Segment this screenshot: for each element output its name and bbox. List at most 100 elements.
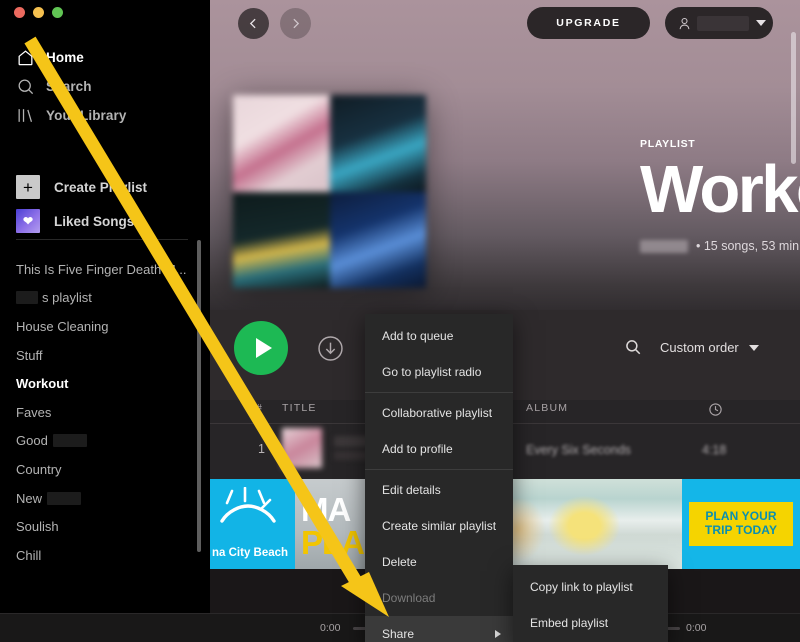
playlist-name: Faves [16, 404, 52, 420]
menu-item-download: Download [365, 580, 513, 616]
forward-button[interactable] [280, 8, 311, 39]
list-item[interactable]: Faves [0, 398, 210, 427]
person-icon [673, 16, 695, 31]
list-item-workout[interactable]: Workout [0, 369, 210, 398]
ad-cta-line2: TRIP TODAY [704, 523, 778, 537]
elapsed-time: 0:00 [320, 622, 341, 634]
play-button[interactable] [234, 321, 288, 375]
upgrade-button[interactable]: UPGRADE [527, 7, 650, 39]
sort-order-dropdown[interactable]: Custom order [660, 340, 759, 355]
menu-item-label: Add to profile [382, 442, 453, 456]
playlist-context-menu: Add to queue Go to playlist radio Collab… [365, 314, 513, 642]
account-menu-button[interactable] [665, 7, 773, 39]
liked-songs-label: Liked Songs [54, 213, 135, 229]
ad-brand-name: na City Beach [212, 547, 289, 559]
list-item[interactable]: Soulish [0, 512, 210, 541]
sidebar-divider [16, 239, 188, 240]
menu-item-label: Edit details [382, 483, 441, 497]
download-circle-icon [318, 336, 343, 361]
menu-item-collaborative-playlist[interactable]: Collaborative playlist [365, 395, 513, 431]
chevron-down-icon [756, 20, 766, 26]
list-item[interactable]: Good [0, 427, 210, 456]
menu-item-label: Embed playlist [530, 616, 609, 630]
menu-item-label: Download [382, 591, 436, 605]
sidebar-item-your-library[interactable]: Your Library [0, 101, 210, 130]
list-item[interactable]: s playlist [0, 284, 210, 313]
track-artwork [282, 428, 322, 468]
playlist-name: House Cleaning [16, 318, 109, 334]
download-button[interactable] [317, 335, 344, 362]
redacted-text [16, 291, 38, 305]
menu-item-share[interactable]: Share [365, 616, 513, 642]
menu-item-copy-link-to-playlist[interactable]: Copy link to playlist [513, 569, 668, 605]
top-bar: UPGRADE [210, 0, 800, 55]
play-icon [255, 338, 272, 358]
playlist-name: Soulish [16, 519, 59, 535]
create-playlist-button[interactable]: + Create Playlist [0, 170, 210, 204]
playlist-stats-row: • 15 songs, 53 min 5 sec [640, 239, 800, 253]
playlist-name: s playlist [42, 290, 92, 306]
column-header-title: TITLE [282, 402, 317, 414]
list-item[interactable]: New [0, 484, 210, 513]
sidebar-scrollbar[interactable] [197, 240, 201, 552]
menu-item-label: Copy link to playlist [530, 580, 633, 594]
menu-item-label: Collaborative playlist [382, 406, 493, 420]
menu-item-edit-details[interactable]: Edit details [365, 472, 513, 508]
chevron-left-icon [249, 18, 256, 29]
sidebar: Home Search Your Library + Create Playli… [0, 0, 210, 642]
playlist-name: New [16, 490, 43, 506]
menu-item-label: Share [382, 627, 415, 641]
playlist-list: This Is Five Finger Death M... s playlis… [0, 255, 210, 570]
search-icon [16, 76, 41, 98]
home-icon [16, 47, 41, 69]
minimize-button[interactable] [33, 7, 44, 18]
column-header-album: ALBUM [526, 402, 569, 414]
ad-cta-button[interactable]: PLAN YOUR TRIP TODAY [682, 479, 800, 569]
menu-separator [365, 469, 513, 470]
sidebar-item-home[interactable]: Home [0, 43, 210, 72]
sun-icon [218, 486, 280, 529]
column-header-number: # [256, 402, 264, 414]
back-button[interactable] [238, 8, 269, 39]
list-item[interactable]: Stuff [0, 341, 210, 370]
playlist-stats: • 15 songs, 53 min 5 sec [696, 239, 800, 254]
playlist-name: Workout [16, 376, 69, 392]
menu-item-embed-playlist[interactable]: Embed playlist [513, 605, 668, 641]
liked-songs-button[interactable]: ❤ Liked Songs [0, 204, 210, 238]
menu-item-label: Create similar playlist [382, 519, 497, 533]
menu-item-add-to-profile[interactable]: Add to profile [365, 431, 513, 467]
list-item[interactable]: This Is Five Finger Death M... [0, 255, 210, 284]
menu-item-add-to-queue[interactable]: Add to queue [365, 318, 513, 354]
clock-icon [708, 402, 723, 417]
chevron-down-icon [748, 344, 759, 351]
sidebar-item-search[interactable]: Search [0, 72, 210, 101]
list-item[interactable]: House Cleaning [0, 312, 210, 341]
sort-order-label: Custom order [660, 340, 739, 355]
menu-item-go-to-playlist-radio[interactable]: Go to playlist radio [365, 354, 513, 390]
account-name-redacted [697, 15, 749, 31]
list-item[interactable]: Country [0, 455, 210, 484]
menu-item-create-similar-playlist[interactable]: Create similar playlist [365, 508, 513, 544]
close-button[interactable] [14, 7, 25, 18]
menu-item-label: Go to playlist radio [382, 365, 482, 379]
track-number: 1 [258, 442, 265, 456]
share-submenu: Copy link to playlist Embed playlist [513, 565, 668, 642]
menu-item-delete[interactable]: Delete [365, 544, 513, 580]
sidebar-item-label: Your Library [46, 108, 127, 123]
sidebar-actions: + Create Playlist ❤ Liked Songs [0, 170, 210, 238]
upgrade-label: UPGRADE [556, 17, 621, 29]
playlist-name: Good [16, 433, 48, 449]
redacted-text [47, 491, 82, 505]
track-duration: 4:18 [702, 443, 727, 457]
spotify-window: Home Search Your Library + Create Playli… [0, 0, 800, 642]
heart-icon: ❤ [16, 209, 40, 233]
sidebar-item-label: Home [46, 50, 84, 65]
search-in-playlist-button[interactable] [624, 338, 644, 358]
list-item[interactable]: Chill [0, 541, 210, 570]
submenu-arrow-icon [495, 630, 501, 638]
playlist-name: This Is Five Finger Death M... [16, 261, 187, 277]
cover-tile [329, 95, 426, 192]
zoom-button[interactable] [52, 7, 63, 18]
remaining-time: 0:00 [686, 622, 707, 634]
cover-tile [329, 191, 426, 288]
